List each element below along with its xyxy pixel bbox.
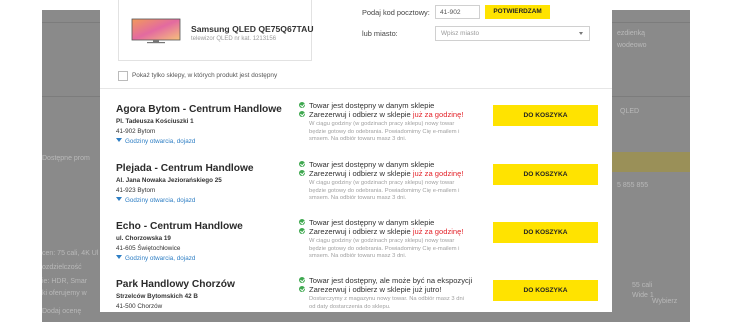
reservation-text: Zarezerwuj i odbierz w sklepie już jutro… (309, 285, 442, 294)
city-select[interactable]: Wpisz miasto (435, 26, 590, 41)
add-to-cart-button[interactable]: DO KOSZYKA (493, 222, 598, 243)
store-row: Plejada - Centrum Handlowe Al. Jana Nowa… (100, 160, 612, 221)
store-city: 41-500 Chorzów (116, 303, 163, 310)
add-to-cart-button[interactable]: DO KOSZYKA (493, 105, 598, 126)
pickup-note: W ciągu godziny (w godzinach pracy sklep… (309, 238, 459, 261)
opening-hours-label: Godziny otwarcia, dojazd (125, 255, 196, 262)
availability-text: Towar jest dostępny, ale może być na eks… (309, 276, 473, 285)
pickup-note-line: będzie gotowy do odebrania. Powiadomimy … (309, 128, 460, 135)
check-circle-icon (299, 102, 305, 108)
store-name: Plejada - Centrum Handlowe (116, 163, 254, 174)
background-text: ozdzielczość (42, 264, 82, 271)
availability-status: Towar jest dostępny w danym sklepie (299, 160, 434, 169)
pickup-note-line: W ciągu godziny (w godzinach pracy sklep… (309, 121, 455, 127)
reservation-text: Zarezerwuj i odbierz w sklepie (309, 227, 413, 236)
background-text: ie: HDR, Smar (42, 278, 88, 285)
city-select-placeholder: Wpisz miasto (441, 30, 479, 37)
store-street: Strzelców Bytomskich 42 B (116, 293, 198, 300)
divider (100, 88, 612, 89)
triangle-down-icon (116, 255, 122, 259)
check-circle-icon (299, 286, 305, 292)
city-label: lub miasto: (362, 29, 398, 38)
pickup-note: Dostarczymy z magazynu nowy towar. Na od… (309, 296, 464, 311)
chevron-down-icon (579, 32, 583, 35)
triangle-down-icon (116, 197, 122, 201)
reservation-text: Zarezerwuj i odbierz w sklepie (309, 169, 413, 178)
pickup-note-line: W ciągu godziny (w godzinach pracy sklep… (309, 238, 455, 244)
add-to-cart-button[interactable]: DO KOSZYKA (493, 280, 598, 301)
reservation-text: Zarezerwuj i odbierz w sklepie (309, 110, 413, 119)
opening-hours-link[interactable]: Godziny otwarcia, dojazd (116, 197, 195, 204)
store-row: Park Handlowy Chorzów Strzelców Bytomski… (100, 276, 612, 312)
only-available-checkbox[interactable] (118, 71, 128, 81)
check-circle-icon (299, 161, 305, 167)
check-circle-icon (299, 111, 305, 117)
pickup-note-line: smsem. Na odbiór towaru masz 3 dni. (309, 195, 407, 202)
reservation-highlight: już za godzinę! (412, 227, 464, 236)
store-city: 41-605 Świętochłowice (116, 245, 181, 252)
store-city: 41-902 Bytom (116, 128, 156, 135)
background-text: Dostępne prom (42, 155, 90, 162)
check-circle-icon (299, 170, 305, 176)
background-text: ezdienką (617, 30, 646, 37)
store-name: Park Handlowy Chorzów (116, 279, 235, 290)
availability-text: Towar jest dostępny w danym sklepie (309, 218, 435, 227)
reservation-status: Zarezerwuj i odbierz w sklepie już za go… (299, 169, 464, 178)
product-card: Samsung QLED QE75Q67TAU telewizor QLED n… (118, 0, 314, 61)
product-name: Samsung QLED QE75Q67TAU (191, 24, 314, 34)
reservation-status: Zarezerwuj i odbierz w sklepie już za go… (299, 110, 464, 119)
opening-hours-label: Godziny otwarcia, dojazd (125, 197, 196, 204)
store-name: Echo - Centrum Handlowe (116, 221, 243, 232)
store-street: ul. Chorzowska 19 (116, 235, 171, 242)
availability-text: Towar jest dostępny w danym sklepie (309, 101, 435, 110)
pickup-note: W ciągu godziny (w godzinach pracy sklep… (309, 121, 459, 144)
triangle-down-icon (116, 138, 122, 142)
opening-hours-link[interactable]: Godziny otwarcia, dojazd (116, 255, 195, 262)
availability-status: Towar jest dostępny, ale może być na eks… (299, 276, 472, 285)
pickup-note-line: od daty dostarczenia do sklepu. (309, 303, 391, 310)
background-text: 55 cali (632, 282, 653, 289)
pickup-note-line: W ciągu godziny (w godzinach pracy sklep… (309, 180, 455, 186)
opening-hours-label: Godziny otwarcia, dojazd (125, 138, 196, 145)
opening-hours-link[interactable]: Godziny otwarcia, dojazd (116, 138, 195, 145)
store-row: Echo - Centrum Handlowe ul. Chorzowska 1… (100, 218, 612, 279)
pickup-note-line: będzie gotowy do odebrania. Powiadomimy … (309, 187, 460, 194)
reservation-highlight: już za godzinę! (412, 169, 464, 178)
background-text: Dodaj ocenę (42, 308, 82, 315)
pickup-note-line: smsem. Na odbiór towaru masz 3 dni. (309, 253, 407, 260)
availability-status: Towar jest dostępny w danym sklepie (299, 218, 434, 227)
background-text: Wide 1 (632, 292, 654, 299)
product-subtitle: telewizor QLED nr kat. 1213156 (191, 36, 277, 42)
confirm-button[interactable]: POTWIERDZAM (485, 5, 550, 19)
only-available-label[interactable]: Pokaż tylko sklepy, w których produkt je… (132, 72, 277, 79)
store-availability-modal: Samsung QLED QE75Q67TAU telewizor QLED n… (100, 0, 612, 312)
add-to-cart-button[interactable]: DO KOSZYKA (493, 164, 598, 185)
background-text: ki oferujemy w (42, 290, 87, 297)
pickup-note: W ciągu godziny (w godzinach pracy sklep… (309, 180, 459, 203)
reservation-highlight: już za godzinę! (412, 110, 464, 119)
zip-code-input[interactable]: 41-902 (435, 5, 480, 19)
check-circle-icon (299, 219, 305, 225)
check-circle-icon (299, 228, 305, 234)
pickup-note-line: smsem. Na odbiór towaru masz 3 dni. (309, 136, 407, 143)
availability-status: Towar jest dostępny w danym sklepie (299, 101, 434, 110)
reservation-status: Zarezerwuj i odbierz w sklepie już jutro… (299, 285, 442, 294)
pickup-note-line: Dostarczymy z magazynu nowy towar. Na od… (309, 296, 464, 302)
background-text: Wybierz (652, 298, 678, 305)
background-text: QLED (620, 108, 640, 115)
store-city: 41-923 Bytom (116, 187, 156, 194)
store-street: Pl. Tadeusza Kościuszki 1 (116, 118, 194, 125)
availability-text: Towar jest dostępny w danym sklepie (309, 160, 435, 169)
background-text: wodeowo (617, 42, 647, 49)
background-text: cen: 75 cali, 4K Ul (42, 250, 99, 257)
store-street: Al. Jana Nowaka Jeziorańskiego 25 (116, 177, 222, 184)
store-name: Agora Bytom - Centrum Handlowe (116, 104, 282, 115)
tv-thumbnail-icon (131, 18, 181, 44)
check-circle-icon (299, 277, 305, 283)
zip-code-label: Podaj kod pocztowy: (362, 8, 430, 17)
background-text: 5 855 855 (617, 182, 649, 189)
store-row: Agora Bytom - Centrum Handlowe Pl. Tadeu… (100, 101, 612, 162)
pickup-note-line: będzie gotowy do odebrania. Powiadomimy … (309, 245, 460, 252)
reservation-status: Zarezerwuj i odbierz w sklepie już za go… (299, 227, 464, 236)
